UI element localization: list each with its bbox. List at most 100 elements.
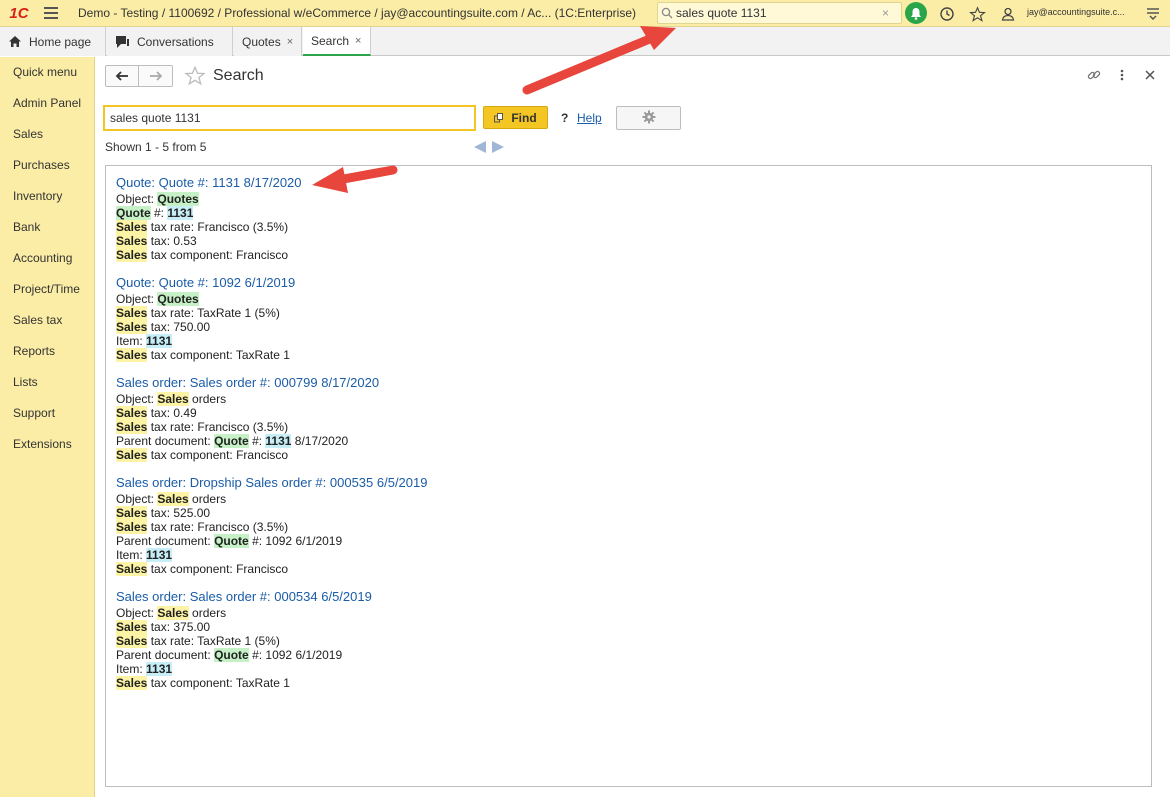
find-label: Find: [511, 110, 537, 125]
result-line: Object: Quotes: [116, 192, 199, 206]
chat-icon: [115, 35, 130, 49]
sidebar: Quick menu Admin Panel Sales Purchases I…: [0, 57, 95, 797]
clear-search-icon[interactable]: ×: [882, 6, 889, 20]
search-result: Sales order: Sales order #: 000534 6/5/2…: [116, 589, 1141, 690]
search-results-list: Quote: Quote #: 1131 8/17/2020 Object: Q…: [105, 165, 1152, 787]
sidebar-item-accounting[interactable]: Accounting: [0, 243, 94, 274]
settings-button[interactable]: [616, 106, 681, 130]
history-nav: [105, 65, 173, 87]
find-button[interactable]: Find: [483, 106, 548, 129]
sidebar-item-purchases[interactable]: Purchases: [0, 150, 94, 181]
sidebar-item-reports[interactable]: Reports: [0, 336, 94, 367]
main-menu-icon[interactable]: [1146, 6, 1160, 23]
link-icon[interactable]: [1086, 67, 1102, 86]
sidebar-item-admin-panel[interactable]: Admin Panel: [0, 88, 94, 119]
close-tab-icon[interactable]: ×: [287, 36, 293, 48]
find-icon: [494, 112, 504, 123]
previous-page-icon[interactable]: [473, 140, 487, 157]
gear-icon: [642, 110, 656, 127]
results-pager: [473, 140, 505, 157]
sidebar-item-support[interactable]: Support: [0, 398, 94, 429]
more-options-icon[interactable]: [1119, 67, 1125, 86]
help-question-icon: ?: [561, 111, 569, 125]
result-line: Sales tax: 525.00: [116, 506, 211, 520]
favorites-star-icon[interactable]: [967, 4, 987, 24]
hamburger-menu-icon[interactable]: [38, 0, 64, 27]
add-favorite-star-icon[interactable]: [184, 65, 206, 90]
sidebar-item-quick-menu[interactable]: Quick menu: [0, 57, 94, 88]
tab-home-page[interactable]: Home page: [0, 27, 106, 56]
notifications-bell-icon[interactable]: [905, 2, 927, 24]
help-link[interactable]: Help: [577, 111, 602, 125]
result-line: Sales tax: 0.49: [116, 406, 197, 420]
app-title: Demo - Testing / 1100692 / Professional …: [78, 6, 636, 20]
result-line: Parent document: Quote #: 1131 8/17/2020: [116, 434, 349, 448]
result-line: Sales tax rate: Francisco (3.5%): [116, 420, 289, 434]
tab-bar: Home page Conversations Quotes × Search …: [0, 27, 1170, 56]
tab-search[interactable]: Search ×: [303, 27, 371, 56]
result-line: Sales tax component: Francisco: [116, 448, 289, 462]
home-icon: [8, 35, 22, 48]
sidebar-item-project-time[interactable]: Project/Time: [0, 274, 94, 305]
result-line: Object: Sales orders: [116, 392, 227, 406]
close-tab-icon[interactable]: ×: [355, 35, 361, 47]
result-title-link[interactable]: Quote: Quote #: 1092 6/1/2019: [116, 275, 1141, 291]
close-window-icon[interactable]: [1144, 67, 1156, 86]
global-search-input[interactable]: [676, 6, 876, 20]
search-result: Quote: Quote #: 1131 8/17/2020 Object: Q…: [116, 175, 1141, 262]
tab-label: Search: [311, 33, 350, 48]
result-line: Sales tax: 375.00: [116, 620, 211, 634]
sidebar-item-sales-tax[interactable]: Sales tax: [0, 305, 94, 336]
result-line: Sales tax rate: TaxRate 1 (5%): [116, 634, 280, 648]
result-line: Object: Quotes: [116, 292, 199, 306]
result-line: Object: Sales orders: [116, 492, 227, 506]
sidebar-item-inventory[interactable]: Inventory: [0, 181, 94, 212]
sidebar-item-extensions[interactable]: Extensions: [0, 429, 94, 460]
top-bar: 1C Demo - Testing / 1100692 / Profession…: [0, 0, 1170, 27]
back-arrow-icon[interactable]: [106, 66, 140, 86]
result-line: Quote #: 1131: [116, 206, 194, 220]
result-line: Sales tax component: Francisco: [116, 562, 289, 576]
result-line: Item: 1131: [116, 548, 173, 562]
search-result: Quote: Quote #: 1092 6/1/2019 Object: Qu…: [116, 275, 1141, 362]
result-title-link[interactable]: Sales order: Sales order #: 000534 6/5/2…: [116, 589, 1141, 605]
result-line: Sales tax component: TaxRate 1: [116, 676, 290, 690]
search-result: Sales order: Sales order #: 000799 8/17/…: [116, 375, 1141, 462]
result-line: Object: Sales orders: [116, 606, 227, 620]
result-line: Sales tax rate: TaxRate 1 (5%): [116, 306, 280, 320]
tab-label: Conversations: [137, 34, 214, 49]
sidebar-item-bank[interactable]: Bank: [0, 212, 94, 243]
result-line: Sales tax component: TaxRate 1: [116, 348, 290, 362]
user-icon[interactable]: [998, 4, 1018, 24]
app-logo[interactable]: 1C: [0, 0, 38, 27]
search-icon: [658, 7, 676, 19]
page-title: Search: [213, 67, 264, 84]
result-line: Sales tax: 750.00: [116, 320, 211, 334]
history-icon[interactable]: [937, 4, 957, 24]
result-line: Parent document: Quote #: 1092 6/1/2019: [116, 648, 343, 662]
main-content: Search Find ? Help Shown 1 - 5 from 5 Qu…: [95, 57, 1170, 797]
result-line: Sales tax: 0.53: [116, 234, 197, 248]
user-email[interactable]: jay@accountingsuite.c...: [1027, 7, 1125, 17]
result-line: Parent document: Quote #: 1092 6/1/2019: [116, 534, 343, 548]
result-title-link[interactable]: Sales order: Sales order #: 000799 8/17/…: [116, 375, 1141, 391]
result-title-link[interactable]: Sales order: Dropship Sales order #: 000…: [116, 475, 1141, 491]
result-title-link[interactable]: Quote: Quote #: 1131 8/17/2020: [116, 175, 1141, 191]
global-search-field[interactable]: ×: [657, 2, 902, 24]
search-result: Sales order: Dropship Sales order #: 000…: [116, 475, 1141, 576]
forward-arrow-icon[interactable]: [139, 66, 172, 86]
sidebar-item-sales[interactable]: Sales: [0, 119, 94, 150]
sidebar-item-lists[interactable]: Lists: [0, 367, 94, 398]
result-line: Sales tax rate: Francisco (3.5%): [116, 520, 289, 534]
results-count: Shown 1 - 5 from 5: [105, 140, 207, 154]
next-page-icon[interactable]: [491, 140, 505, 157]
tab-quotes[interactable]: Quotes ×: [234, 27, 302, 56]
result-line: Item: 1131: [116, 334, 173, 348]
search-input[interactable]: [103, 105, 476, 131]
tab-label: Quotes: [242, 34, 281, 49]
result-line: Item: 1131: [116, 662, 173, 676]
tab-conversations[interactable]: Conversations: [107, 27, 233, 56]
result-line: Sales tax rate: Francisco (3.5%): [116, 220, 289, 234]
tab-label: Home page: [29, 34, 92, 49]
result-line: Sales tax component: Francisco: [116, 248, 289, 262]
